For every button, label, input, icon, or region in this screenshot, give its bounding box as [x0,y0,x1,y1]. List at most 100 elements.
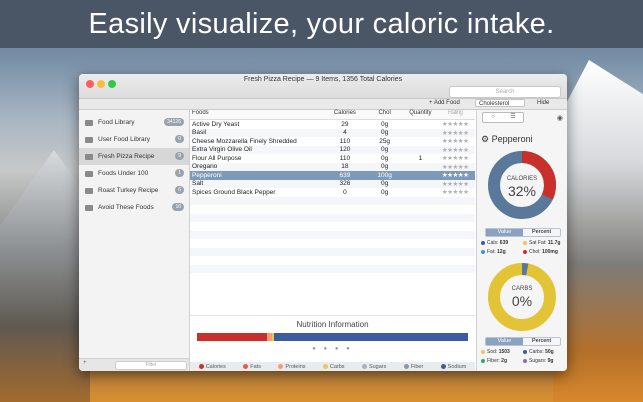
rating-stars[interactable]: ★★★★★ [435,120,475,128]
app-window: Fresh Pizza Recipe — 9 Items, 1356 Total… [79,74,567,371]
table-row[interactable]: Salt 326 0g ★★★★★ [190,179,475,188]
sidebar-item-avoid-these-foods[interactable]: Avoid These Foods 16 [79,199,189,216]
rating-stars[interactable]: ★★★★★ [435,137,475,145]
count-badge: 1 [175,169,184,177]
legend-item: Carbs [322,364,345,370]
empty-rows [190,196,475,282]
table-row[interactable]: Oregano 18 0g ★★★★★ [190,162,475,171]
detail-title: ⚙ Pepperoni [481,134,533,144]
nutrition-bar-segment [274,333,468,341]
table-row[interactable]: Extra Virgin Olive Oil 120 0g ★★★★★ [190,145,475,154]
sidebar-item-user-food-library[interactable]: User Food Library 0 [79,131,189,148]
promo-banner: Easily visualize, your caloric intake. [0,0,643,48]
table-toolbar: + Add Food Cholesterol Hide [79,99,567,110]
percent-tab[interactable]: Percent [523,338,560,345]
sidebar-footer: + Filter [79,358,189,371]
value-tab[interactable]: Value [486,338,523,345]
rating-stars[interactable]: ★★★★★ [435,154,475,162]
stat-satfat: Sat Fat: 11.7g [523,240,560,246]
count-badge: 6 [175,186,184,194]
count-badge: 0 [175,135,184,143]
empty-row [190,256,475,265]
sidebar-item-fresh-pizza-recipe[interactable]: Fresh Pizza Recipe 9 [79,148,189,165]
empty-row [190,213,475,222]
food-table: Foods Calories Chol Quantity Rating Acti… [190,110,475,310]
sidebar-item-roast-turkey-recipe[interactable]: Roast Turkey Recipe 6 [79,182,189,199]
title-bar: Fresh Pizza Recipe — 9 Items, 1356 Total… [79,74,567,99]
calories-chart-percent: 32% [507,183,537,199]
header-rating[interactable]: Rating [435,110,475,119]
sidebar: Food Library 34126 User Food Library 0 F… [79,110,190,371]
empty-row [190,239,475,248]
add-list-button[interactable]: + [83,360,87,366]
carbs-chart-percent: 0% [511,293,533,309]
table-row[interactable]: Cheese Mozzarella Finely Shredded 110 25g ★… [190,137,475,146]
nutrition-title: Nutrition Information [296,320,369,329]
rating-stars[interactable]: ★★★★★ [435,171,475,179]
folder-icon [85,204,93,211]
value-tab[interactable]: Value [486,229,523,236]
empty-row [190,247,475,256]
count-badge: 16 [172,203,184,211]
window-title: Fresh Pizza Recipe — 9 Items, 1356 Total… [243,76,403,83]
search-input[interactable]: Search [449,86,561,98]
nutrition-panel: Nutrition Information ● ● ● ● Calories Fa… [190,315,475,371]
stat-sugars: Sugars: 9g [523,358,553,364]
empty-row [190,196,475,205]
stat-sod: Sod: 1503 [481,349,510,355]
rating-stars[interactable]: ★★★★★ [435,163,475,171]
percent-tab[interactable]: Percent [523,229,560,236]
legend-item: Fats [243,364,261,370]
table-header: Foods Calories Chol Quantity Rating [190,110,475,120]
stat-chol: Chol: 100mg [523,249,558,255]
table-row[interactable]: Active Dry Yeast 29 0g ★★★★★ [190,120,475,129]
detail-panel: ○ ☰ ◉ ⚙ Pepperoni CALORIES 32% Value Per… [476,110,567,371]
empty-row [190,222,475,231]
nutrition-legend: Calories Fats Proteins Carbs Sugars Fiber Sodi… [190,362,475,371]
folder-icon [85,187,93,194]
add-food-button[interactable]: + Add Food [429,100,460,106]
header-foods[interactable]: Foods [190,110,326,119]
legend-item: Sodium [440,364,466,370]
empty-row [190,264,475,273]
nutrition-bar [197,333,468,341]
list-view-icon[interactable]: ☰ [503,113,523,122]
legend-item: Calories [198,364,226,370]
filter-input[interactable]: Filter [115,361,187,370]
header-quantity[interactable]: Quantity [405,110,435,119]
hide-button[interactable]: Hide [537,100,549,106]
sidebar-item-food-library[interactable]: Food Library 34126 [79,114,189,131]
rating-stars[interactable]: ★★★★★ [435,146,475,154]
legend-item: Sugars [361,364,386,370]
stat-fiber: Fiber: 2g [481,358,507,364]
value-percent-toggle[interactable]: Value Percent [485,228,561,237]
stat-fat: Fat: 12g [481,249,506,255]
rating-stars[interactable]: ★★★★★ [435,129,475,137]
legend-item: Fiber [403,364,423,370]
nutrient-select[interactable]: Cholesterol [475,99,525,107]
eye-icon[interactable]: ◉ [557,114,563,122]
empty-row [190,205,475,214]
header-chol[interactable]: Chol [364,110,406,119]
folder-icon [85,153,93,160]
rating-stars[interactable]: ★★★★★ [435,180,475,188]
value-percent-toggle-2[interactable]: Value Percent [485,337,561,346]
header-calories[interactable]: Calories [326,110,364,119]
folder-icon [85,170,93,177]
sidebar-item-foods-under-100[interactable]: Foods Under 100 1 [79,165,189,182]
banner-text: Easily visualize, your caloric intake. [88,7,555,40]
rating-stars[interactable]: ★★★★★ [435,188,475,196]
table-row[interactable]: Flour All Purpose 110 0g 1 ★★★★★ [190,154,475,163]
table-row[interactable]: Spices Ground Black Pepper 0 0g ★★★★★ [190,188,475,197]
circle-view-icon[interactable]: ○ [483,113,503,122]
page-dots[interactable]: ● ● ● ● [190,346,475,352]
table-row-selected[interactable]: Pepperoni 639 100g ★★★★★ [190,171,475,180]
count-badge: 34126 [164,118,184,126]
stat-carbs: Carbs: 50g [523,349,554,355]
calories-chart-label: CALORIES [506,176,538,182]
count-badge: 9 [175,152,184,160]
view-toggle[interactable]: ○ ☰ [482,112,524,123]
table-row[interactable]: Basil 4 0g ★★★★★ [190,128,475,137]
stat-cals: Cals: 639 [481,240,508,246]
legend-item: Proteins [278,364,306,370]
